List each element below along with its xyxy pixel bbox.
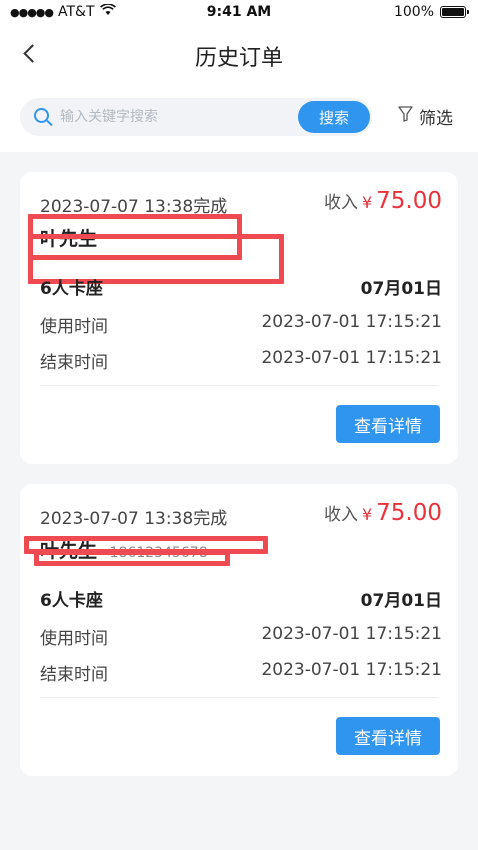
end-time-label: 结束时间: [40, 353, 108, 373]
page-title: 历史订单: [194, 46, 283, 71]
order-date: 07月01日: [361, 586, 442, 611]
status-bar: ●●●●● AT&T 9:41 AM 100%: [0, 0, 478, 26]
search-input[interactable]: [60, 106, 290, 128]
redaction-box: [34, 550, 230, 566]
use-time-label: 使用时间: [40, 317, 108, 337]
completed-time: 2023-07-07 13:38完成: [40, 509, 228, 529]
filter-label: 筛选: [419, 109, 453, 129]
date-day: 01: [401, 279, 425, 299]
view-details-button[interactable]: 查看详情: [336, 405, 440, 443]
filter-button[interactable]: 筛选: [398, 104, 453, 129]
date-month: 07: [360, 279, 385, 299]
income-label: 收入: [323, 505, 358, 525]
income-amount: 75.00: [376, 188, 442, 214]
battery-percent: 100%: [393, 4, 434, 20]
divider: [40, 385, 438, 386]
view-details-button[interactable]: 查看详情: [336, 717, 440, 755]
date-month-unit: 月: [384, 591, 402, 611]
battery-icon: [440, 6, 469, 18]
date-day: 01: [401, 591, 425, 611]
order-date: 07月01日: [361, 274, 442, 299]
search-button[interactable]: 搜索: [298, 101, 370, 133]
use-time-label: 使用时间: [40, 629, 108, 649]
date-day-unit: 日: [425, 279, 442, 299]
income-amount: 75.00: [376, 500, 442, 526]
search-icon: [34, 108, 49, 123]
status-right: 100%: [393, 4, 469, 20]
nav-bar: 历史订单: [0, 28, 478, 80]
income: 收入 ¥ 75.00: [324, 188, 442, 214]
income-label: 收入: [323, 193, 358, 213]
order-card: 2023-07-07 13:38完成 收入 ¥ 75.00 叶先生 186123…: [20, 484, 458, 776]
order-card: 2023-07-07 13:38完成 收入 ¥ 75.00 叶先生 6人卡座 0…: [20, 172, 458, 464]
divider: [40, 697, 438, 698]
income: 收入 ¥ 75.00: [324, 500, 442, 526]
filter-icon: [398, 106, 413, 127]
date-day-unit: 日: [425, 591, 442, 611]
currency-symbol: ¥: [361, 193, 373, 212]
end-time-value: 2023-07-01 17:15:21: [261, 660, 442, 680]
end-time-label: 结束时间: [40, 665, 108, 685]
header-area: ●●●●● AT&T 9:41 AM 100% 历史订单 搜索 筛选: [0, 0, 478, 152]
currency-symbol: ¥: [361, 505, 373, 524]
search-bar: 搜索: [20, 98, 372, 136]
room-type: 6人卡座: [40, 591, 103, 611]
use-time-value: 2023-07-01 17:15:21: [261, 624, 442, 644]
use-time-value: 2023-07-01 17:15:21: [261, 312, 442, 332]
room-type: 6人卡座: [40, 279, 103, 299]
end-time-value: 2023-07-01 17:15:21: [261, 348, 442, 368]
date-month-unit: 月: [384, 279, 402, 299]
date-month: 07: [360, 591, 385, 611]
